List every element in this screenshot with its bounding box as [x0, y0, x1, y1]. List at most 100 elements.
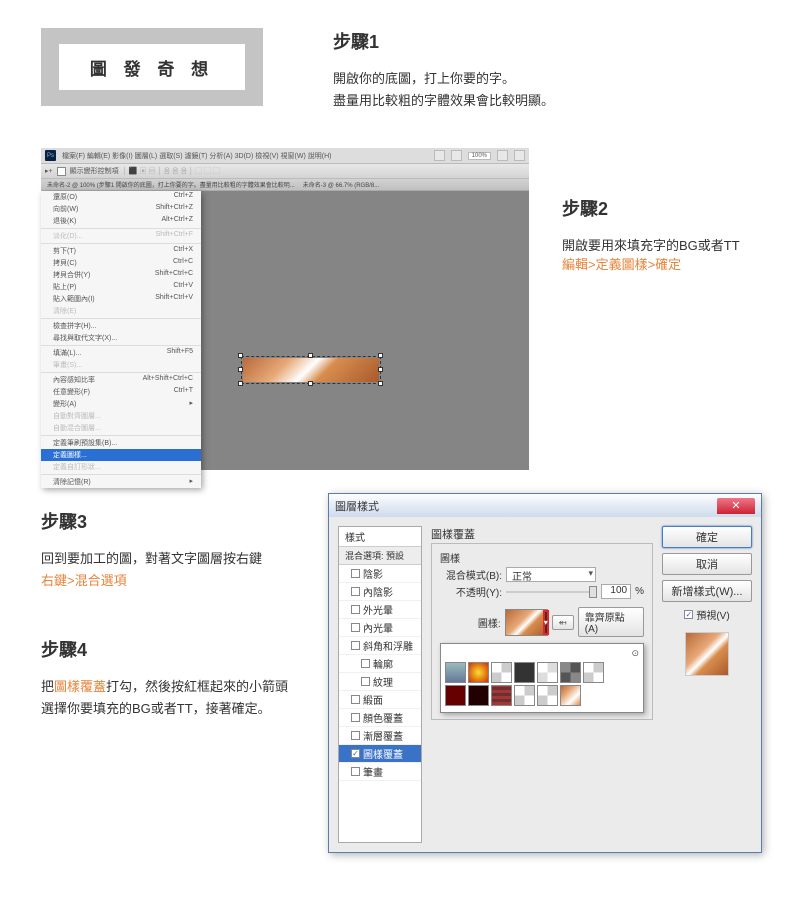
tool-icon[interactable]	[514, 150, 525, 161]
style-checkbox[interactable]	[351, 569, 360, 578]
style-checkbox[interactable]	[351, 587, 360, 596]
preview-checkbox[interactable]: ✓	[684, 610, 693, 619]
style-option[interactable]: 紋理	[339, 673, 421, 691]
step1-line1: 開啟你的底圖，打上你要的字。	[333, 71, 515, 86]
pattern-swatch-item[interactable]	[514, 662, 535, 683]
pattern-swatch-item[interactable]	[491, 662, 512, 683]
pattern-dropdown-arrow[interactable]: ▾	[543, 610, 549, 635]
pattern-swatch-item[interactable]	[468, 685, 489, 706]
opacity-value[interactable]: 100	[601, 584, 631, 599]
pattern-subtitle: 圖樣	[440, 550, 644, 565]
transform-handle[interactable]	[378, 353, 383, 358]
style-option[interactable]: 內光暈	[339, 619, 421, 637]
style-checkbox[interactable]	[351, 731, 360, 740]
opacity-slider[interactable]	[506, 591, 597, 593]
style-checkbox[interactable]: ✓	[351, 749, 360, 758]
transform-handle[interactable]	[238, 381, 243, 386]
photoshop-app-icon: Ps	[45, 150, 56, 161]
new-preset-icon[interactable]: ⬶	[552, 615, 574, 630]
blending-options-row[interactable]: 混合選項: 預設	[339, 547, 421, 565]
style-option[interactable]: 斜角和浮雕	[339, 637, 421, 655]
pattern-swatch-item[interactable]	[537, 662, 558, 683]
menu-item[interactable]: 拷貝合併(Y)Shift+Ctrl+C	[41, 269, 201, 281]
menu-item[interactable]: 定義筆刷預設集(B)...	[41, 437, 201, 449]
step1-line2: 盡量用比較粗的字體效果會比較明顯。	[333, 93, 554, 108]
style-option[interactable]: 顏色覆蓋	[339, 709, 421, 727]
snap-to-origin-button[interactable]: 靠齊原點(A)	[578, 607, 644, 637]
style-option[interactable]: 緞面	[339, 691, 421, 709]
pattern-swatch-item[interactable]	[491, 685, 512, 706]
auto-select-chk[interactable]	[57, 167, 66, 176]
menu-item[interactable]: 內容感知比率Alt+Shift+Ctrl+C	[41, 374, 201, 386]
step4-highlight: 圖樣覆蓋	[54, 679, 106, 694]
transform-handle[interactable]	[308, 353, 313, 358]
menu-item[interactable]: 剪下(T)Ctrl+X	[41, 245, 201, 257]
pattern-swatch-item[interactable]	[560, 685, 581, 706]
style-checkbox[interactable]	[351, 695, 360, 704]
tool-icon[interactable]	[497, 150, 508, 161]
pattern-swatch-item[interactable]	[468, 662, 489, 683]
menu-item[interactable]: 向前(W)Shift+Ctrl+Z	[41, 203, 201, 215]
step3-line1: 回到要加工的圖，對著文字圖層按右鍵	[41, 551, 262, 566]
menu-item[interactable]: 任意變形(F)Ctrl+T	[41, 386, 201, 398]
step2-text: 開啟要用來填充字的BG或者TT	[562, 235, 740, 254]
menu-item[interactable]: 還原(O)Ctrl+Z	[41, 191, 201, 203]
pattern-swatch-item[interactable]	[445, 662, 466, 683]
menu-item[interactable]: 尋找與取代文字(X)...	[41, 332, 201, 344]
style-option[interactable]: 輪廓	[339, 655, 421, 673]
menu-item[interactable]: 變形(A)▸	[41, 398, 201, 410]
pattern-swatch-item[interactable]	[537, 685, 558, 706]
menu-item[interactable]: 定義圖樣...	[41, 449, 201, 461]
transform-handle[interactable]	[238, 353, 243, 358]
cancel-button[interactable]: 取消	[662, 553, 752, 575]
menu-item[interactable]: 貼上(P)Ctrl+V	[41, 281, 201, 293]
opacity-label: 不透明(Y):	[440, 584, 502, 599]
photoshop-menubar: Ps 檔案(F) 編輯(E) 影像(I) 圖層(L) 選取(S) 濾鏡(T) 分…	[41, 148, 529, 163]
style-option[interactable]: 外光暈	[339, 601, 421, 619]
tool-icon[interactable]	[434, 150, 445, 161]
tab-2[interactable]: 未命名-3 @ 66.7% (RGB/8...	[303, 180, 379, 189]
menu-item[interactable]: 填滿(L)...Shift+F5	[41, 347, 201, 359]
tab-1[interactable]: 未命名-2 @ 100% (步驟1 開啟你的底圖，打上你要的字。盡量用比較粗的字…	[47, 180, 295, 189]
pattern-swatch-item[interactable]	[514, 685, 535, 706]
menu-item[interactable]: 拷貝(C)Ctrl+C	[41, 257, 201, 269]
style-option[interactable]: 漸層覆蓋	[339, 727, 421, 745]
style-option[interactable]: 內陰影	[339, 583, 421, 601]
menu-item[interactable]: 清除記憶(R)▸	[41, 476, 201, 488]
transform-handle[interactable]	[308, 381, 313, 386]
menu-items[interactable]: 檔案(F) 編輯(E) 影像(I) 圖層(L) 選取(S) 濾鏡(T) 分析(A…	[62, 151, 331, 161]
pattern-swatch-item[interactable]	[560, 662, 581, 683]
styles-header[interactable]: 樣式	[339, 527, 421, 547]
pattern-swatch-item[interactable]	[583, 662, 604, 683]
transform-handle[interactable]	[238, 367, 243, 372]
style-option[interactable]: 筆畫	[339, 763, 421, 781]
style-checkbox[interactable]	[351, 605, 360, 614]
style-checkbox[interactable]	[351, 713, 360, 722]
transform-handle[interactable]	[378, 367, 383, 372]
blend-mode-select[interactable]: 正常	[506, 567, 596, 582]
style-checkbox[interactable]	[361, 659, 370, 668]
style-checkbox[interactable]	[351, 623, 360, 632]
style-checkbox[interactable]	[351, 641, 360, 650]
new-style-button[interactable]: 新增樣式(W)...	[662, 580, 752, 602]
menu-item[interactable]: 貼入範圍內(I)Shift+Ctrl+V	[41, 293, 201, 305]
style-checkbox[interactable]	[351, 767, 360, 776]
document-tabs[interactable]: 未命名-2 @ 100% (步驟1 開啟你的底圖，打上你要的字。盡量用比較粗的字…	[41, 179, 529, 191]
pattern-swatch[interactable]: ▾	[505, 609, 548, 636]
edit-menu-dropdown[interactable]: 還原(O)Ctrl+Z向前(W)Shift+Ctrl+Z退後(K)Alt+Ctr…	[41, 191, 201, 488]
title-text: 圖 發 奇 想	[59, 44, 245, 90]
transform-handle[interactable]	[378, 381, 383, 386]
close-icon[interactable]: ✕	[717, 498, 755, 514]
style-option[interactable]: 陰影	[339, 565, 421, 583]
style-option[interactable]: ✓圖樣覆蓋	[339, 745, 421, 763]
pattern-swatch-item[interactable]	[445, 685, 466, 706]
step3-title: 步驟3	[41, 508, 87, 534]
ok-button[interactable]: 確定	[662, 526, 752, 548]
style-checkbox[interactable]	[361, 677, 370, 686]
menu-item[interactable]: 檢查拼字(H)...	[41, 320, 201, 332]
tool-icon[interactable]	[451, 150, 462, 161]
picker-menu-icon[interactable]: ⊙	[631, 648, 639, 658]
zoom-combo[interactable]: 100%	[468, 152, 491, 160]
pattern-label: 圖樣:	[440, 615, 501, 630]
menu-item[interactable]: 退後(K)Alt+Ctrl+Z	[41, 215, 201, 227]
